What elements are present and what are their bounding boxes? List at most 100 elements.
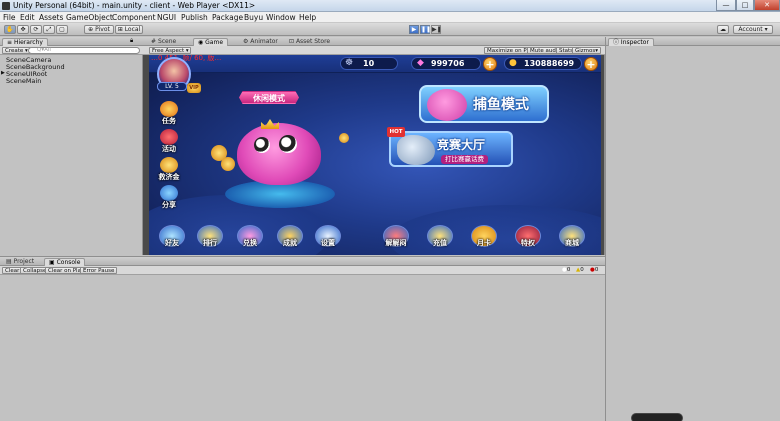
expand-arrow-icon[interactable]: ▶ [1, 70, 5, 76]
hand-tool-button[interactable]: ✋ [4, 25, 16, 34]
rotate-tool-button[interactable]: ⟳ [30, 25, 42, 34]
monthly-card-button[interactable]: 月卡 [469, 225, 499, 253]
leisure-mode-banner[interactable]: 休闲模式 [239, 91, 299, 104]
tab-asset-store[interactable]: ⊡ Asset Store [285, 38, 334, 46]
share-icon [160, 185, 178, 201]
scale-tool-button[interactable]: ⤢ [43, 25, 55, 34]
create-label: Create [5, 48, 24, 54]
menu-component[interactable]: Component [112, 13, 156, 22]
play-button[interactable]: ▶ [409, 25, 419, 34]
add-gold-button[interactable]: + [584, 57, 598, 71]
achievements-button[interactable]: 成就 [275, 225, 305, 253]
info-count[interactable]: ●0 [562, 267, 570, 273]
gem-count: 999706 [431, 59, 465, 68]
local-icon: ⊞ [117, 26, 123, 33]
add-gems-button[interactable]: + [483, 57, 497, 71]
game-screen[interactable]: ☸ 10 ◆ 999706 + ● 130888699 + …0 451, 帧/… [149, 55, 601, 255]
menu-buyu[interactable]: Buyu [244, 13, 263, 22]
close-button[interactable]: ✕ [754, 0, 780, 11]
menu-gameobject[interactable]: GameObject [66, 13, 113, 22]
menu-file[interactable]: File [3, 13, 16, 22]
step-button[interactable]: ▶❚ [431, 25, 442, 34]
gold-coin-icon [339, 133, 349, 143]
rect-icon: ▢ [59, 26, 65, 33]
gold-pill: ● 130888699 [504, 57, 582, 70]
error-count-value: 0 [594, 267, 599, 273]
console-toolbar: Clear Collapse Clear on Play Error Pause… [0, 266, 605, 275]
local-toggle[interactable]: ⊞ Local [115, 25, 143, 34]
tab-hierarchy[interactable]: ≡ Hierarchy [2, 38, 48, 46]
events-button[interactable]: 活动 [157, 129, 181, 155]
local-label: Local [124, 26, 141, 33]
events-label: 活动 [162, 145, 176, 153]
hierarchy-subbar: Create ▾ Q▾All [0, 46, 143, 55]
gizmos-dropdown[interactable]: Gizmos▾ [572, 47, 602, 54]
recharge-label: 充值 [433, 239, 447, 247]
player-level-badge: LV. 5 [157, 82, 187, 91]
catch-mode-button[interactable]: 捕鱼模式 [419, 85, 549, 123]
ranking-button[interactable]: 排行 [195, 225, 225, 253]
warning-count-value: 0 [580, 267, 584, 273]
game-subbar: Free Aspect ▾ Maximize on Play Mute audi… [143, 46, 605, 55]
menu-edit[interactable]: Edit [20, 13, 35, 22]
maximize-button[interactable]: □ [736, 0, 754, 11]
tab-game[interactable]: ◉ Game [193, 38, 229, 46]
menu-assets[interactable]: Assets [39, 13, 63, 22]
gold-coin-icon: ● [509, 58, 517, 68]
tab-console-label: Console [56, 259, 81, 266]
friends-button[interactable]: 好友 [157, 225, 187, 253]
hierarchy-search-input[interactable]: Q▾All [28, 47, 140, 54]
friends-label: 好友 [165, 239, 179, 247]
tab-project-label: Project [13, 258, 35, 265]
move-tool-button[interactable]: ✥ [17, 25, 29, 34]
warning-count[interactable]: ▲0 [576, 267, 584, 273]
tasks-label: 任务 [162, 117, 176, 125]
relief-fund-button[interactable]: 救济金 [157, 157, 181, 183]
pink-puffer-fish[interactable] [237, 123, 321, 185]
privileges-button[interactable]: 特权 [513, 225, 543, 253]
tasks-button[interactable]: 任务 [157, 101, 181, 127]
competition-hall-button[interactable]: 竞赛大厅 打比赛赢话费 [389, 131, 513, 167]
create-dropdown[interactable]: Create ▾ [2, 47, 31, 54]
menu-help[interactable]: Help [299, 13, 316, 22]
vip-badge: VIP [187, 83, 201, 93]
main-toolbar: ✋ ✥ ⟳ ⤢ ▢ ⊕ Pivot ⊞ Local ▶ ❚❚ ▶❚ ☁ Acco… [0, 23, 780, 36]
exchange-button[interactable]: 兑换 [235, 225, 265, 253]
tab-console[interactable]: ▣ Console [44, 258, 86, 266]
recharge-button[interactable]: 充值 [425, 225, 455, 253]
minigame-label: 解解闷 [385, 239, 407, 247]
pause-button[interactable]: ❚❚ [420, 25, 431, 34]
rect-tool-button[interactable]: ▢ [56, 25, 68, 34]
tab-inspector[interactable]: ⓘ Inspector [608, 38, 654, 46]
menu-window[interactable]: Window [266, 13, 296, 22]
aspect-dropdown[interactable]: Free Aspect ▾ [149, 47, 191, 54]
scale-icon: ⤢ [46, 26, 52, 33]
gold-coin-icon [221, 157, 235, 171]
hierarchy-item[interactable]: SceneMain [6, 77, 41, 85]
settings-button[interactable]: 设置 [313, 225, 343, 253]
cloud-button[interactable]: ☁ [717, 25, 729, 34]
menu-package[interactable]: Package [212, 13, 243, 22]
tab-animator-label: Animator [250, 38, 278, 45]
gem-icon: ◆ [417, 58, 424, 68]
share-button[interactable]: 分享 [157, 185, 181, 211]
minigame-button[interactable]: 解解闷 [381, 225, 411, 253]
pivot-toggle[interactable]: ⊕ Pivot [84, 25, 114, 34]
menu-publish[interactable]: Publish [181, 13, 208, 22]
menu-ngui[interactable]: NGUI [157, 13, 176, 22]
error-pause-toggle[interactable]: Error Pause [80, 267, 118, 274]
tab-project[interactable]: ▤ Project [2, 258, 38, 266]
tab-animator[interactable]: ⚙ Animator [239, 38, 282, 46]
error-count[interactable]: ●0 [590, 267, 598, 273]
account-dropdown[interactable]: Account ▾ [733, 25, 773, 34]
catch-mode-label: 捕鱼模式 [473, 97, 529, 113]
menu-bar: File Edit Assets GameObject Component NG… [0, 12, 780, 23]
privileges-label: 特权 [521, 239, 535, 247]
move-icon: ✥ [20, 26, 26, 33]
lock-icon[interactable]: 🔒︎ [130, 37, 133, 45]
tab-scene[interactable]: # Scene [147, 38, 180, 46]
fish-count-pill: ☸ 10 [340, 57, 398, 70]
shop-button[interactable]: 商城 [557, 225, 587, 253]
hand-icon: ✋ [6, 26, 14, 33]
minimize-button[interactable]: — [716, 0, 736, 11]
